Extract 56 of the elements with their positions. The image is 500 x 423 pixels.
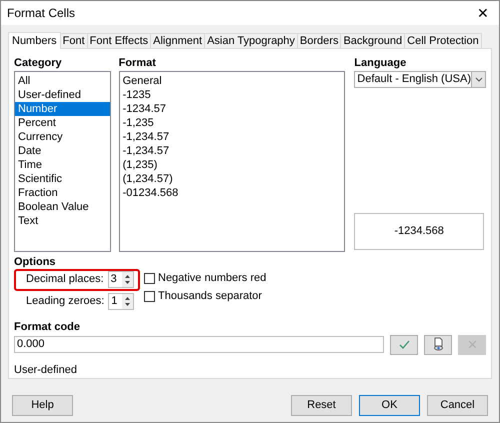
category-item[interactable]: All: [15, 74, 110, 88]
format-code-label: Format code: [14, 320, 82, 334]
category-item[interactable]: Time: [15, 158, 110, 172]
category-item[interactable]: Text: [15, 214, 110, 228]
spin-arrows-icon[interactable]: [122, 272, 133, 287]
tab[interactable]: Font: [60, 33, 88, 48]
category-item[interactable]: Boolean Value: [15, 200, 110, 214]
tab[interactable]: Numbers: [8, 32, 61, 49]
format-item[interactable]: (1,234.57): [120, 172, 344, 186]
tab[interactable]: Background: [341, 33, 406, 48]
format-item[interactable]: -1,234.57: [120, 130, 344, 144]
dialog-button[interactable]: Help: [12, 395, 73, 416]
tab[interactable]: Asian Typography: [205, 33, 298, 48]
chevron-icon: [471, 72, 485, 87]
checkbox-label: Negative numbers red: [158, 271, 266, 286]
category-item[interactable]: Percent: [15, 116, 110, 130]
category-item[interactable]: User-defined: [15, 88, 110, 102]
category-item[interactable]: Scientific: [15, 172, 110, 186]
dialog-button[interactable]: Cancel: [427, 395, 488, 416]
spinner-label: Decimal places:: [26, 272, 104, 288]
tab[interactable]: Borders: [298, 33, 342, 48]
check-button[interactable]: [390, 334, 418, 354]
checkbox[interactable]: [144, 291, 155, 302]
format-item[interactable]: -1,234.57: [120, 144, 344, 158]
spin-field[interactable]: 1: [108, 293, 134, 310]
format-code-field[interactable]: 0.000: [14, 336, 384, 353]
options-label: Options: [14, 254, 57, 268]
spin-arrows-icon[interactable]: [122, 294, 133, 309]
format-item[interactable]: General: [120, 74, 344, 88]
category-item[interactable]: Fraction: [15, 186, 110, 200]
tab[interactable]: Font Effects: [88, 33, 152, 48]
format-item[interactable]: -1234.57: [120, 102, 344, 116]
tab[interactable]: Cell Protection: [405, 33, 482, 48]
window-title: Format Cells: [7, 5, 76, 22]
category-label: Category: [14, 56, 63, 71]
checkbox-label: Thousands separator: [158, 289, 262, 304]
format-description: User-defined: [14, 362, 78, 378]
category-item[interactable]: Number: [15, 102, 110, 116]
spin-field[interactable]: 3: [108, 271, 134, 288]
category-item[interactable]: Currency: [15, 130, 110, 144]
comment-button[interactable]: [424, 334, 452, 354]
dialog-button[interactable]: OK: [359, 395, 420, 416]
format-item[interactable]: -1235: [120, 88, 344, 102]
format-item[interactable]: -1,235: [120, 116, 344, 130]
category-item[interactable]: Date: [15, 144, 110, 158]
spinner-label: Leading zeroes:: [26, 294, 104, 310]
format-item[interactable]: (1,235): [120, 158, 344, 172]
preview-box: -1234.568: [354, 212, 484, 250]
tab[interactable]: Alignment: [151, 33, 206, 48]
language-dropdown[interactable]: Default - English (USA): [354, 71, 486, 88]
format-label: Format: [118, 56, 157, 71]
checkbox[interactable]: [144, 273, 155, 284]
language-label: Language: [354, 56, 408, 71]
close-icon[interactable]: ✕: [477, 2, 493, 24]
dialog-button[interactable]: Reset: [291, 395, 352, 416]
format-item[interactable]: -01234.568: [120, 186, 344, 200]
